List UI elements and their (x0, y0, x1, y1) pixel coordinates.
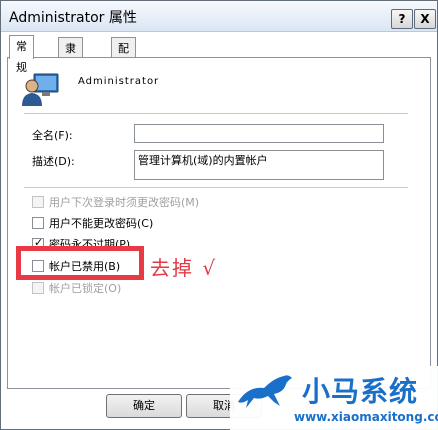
ok-button[interactable]: 确定 (106, 394, 182, 418)
user-name: Administrator (78, 76, 160, 87)
checkbox-cannot-change-password[interactable]: 用户不能更改密码(C) (32, 215, 153, 231)
watermark: 小马系统 www.xiaomaxitong.com (230, 366, 438, 430)
description-field[interactable]: 管理计算机(域)的内置帐户 (134, 150, 384, 180)
fullname-field[interactable] (134, 124, 384, 143)
help-button[interactable]: ? (391, 9, 413, 29)
title-bar: Administrator 属性 ? X (1, 1, 437, 32)
checkbox-box[interactable] (32, 217, 44, 229)
checkbox-account-locked[interactable]: 帐户已锁定(O) (32, 280, 121, 296)
fullname-label: 全名(F): (32, 129, 73, 142)
highlight-box (16, 246, 144, 280)
checkbox-label: 用户下次登录时须更改密码(M) (49, 196, 200, 209)
tab-general[interactable]: 常规 (9, 35, 34, 74)
watermark-name: 小马系统 (302, 375, 419, 408)
annotation-text: 去掉 √ (150, 256, 218, 280)
checkbox-box[interactable] (32, 196, 44, 208)
close-button[interactable]: X (414, 9, 436, 29)
separator (24, 113, 408, 114)
tab-member-of[interactable]: 隶属于 (58, 37, 83, 97)
window-title: Administrator 属性 (9, 10, 137, 26)
checkbox-must-change-password[interactable]: 用户下次登录时须更改密码(M) (32, 194, 199, 210)
checkbox-label: 用户不能更改密码(C) (49, 217, 154, 230)
checkbox-label: 帐户已锁定(O) (49, 282, 122, 295)
watermark-url: www.xiaomaxitong.com (294, 410, 438, 424)
tab-profile[interactable]: 配置文件 (111, 37, 136, 118)
separator (24, 187, 408, 188)
checkbox-box[interactable] (32, 282, 44, 294)
description-label: 描述(D): (32, 155, 75, 168)
horse-logo-icon (238, 375, 292, 408)
